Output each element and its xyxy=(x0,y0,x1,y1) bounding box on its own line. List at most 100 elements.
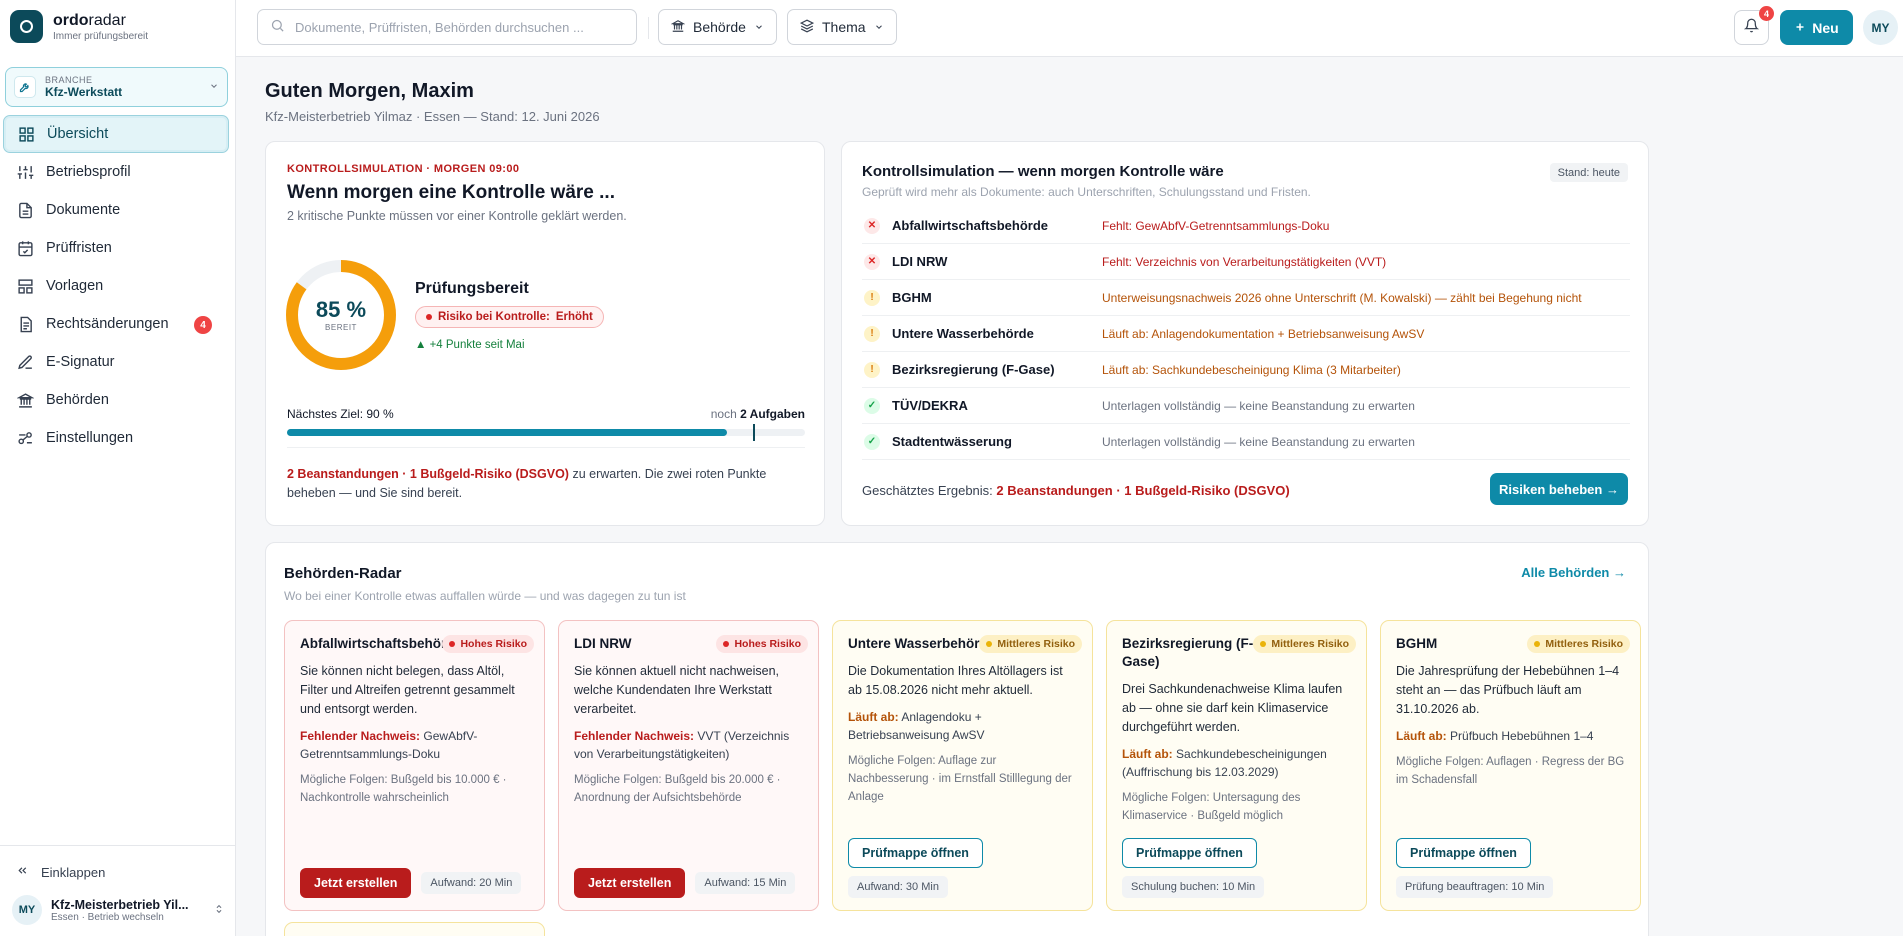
divider xyxy=(287,447,805,448)
notification-count: 4 xyxy=(1759,6,1774,21)
open-folder-button[interactable]: Prüfmappe öffnen xyxy=(1396,838,1531,868)
nav-item-e-signatur[interactable]: E-Signatur xyxy=(3,343,229,381)
status-icon: ! xyxy=(864,325,880,342)
simulation-row[interactable]: ✕ LDI NRW Fehlt: Verzeichnis von Verarbeit… xyxy=(862,244,1630,280)
simulation-row[interactable]: ✕ Abfallwirtschaftsbehörde Fehlt: GewAbfV-… xyxy=(862,208,1630,244)
risk-dot-icon xyxy=(1534,641,1541,647)
authority-name: Abfallwirtschaftsbehörde xyxy=(892,218,1049,233)
nav-item-betriebsprofil[interactable]: Betriebsprofil xyxy=(3,153,229,191)
simulation-row[interactable]: ! BGHM Unterweisungsnachweis 2026 ohne Unt… xyxy=(862,280,1630,316)
authority-name: Bezirksregierung (F-Gase) xyxy=(892,362,1055,377)
create-now-button[interactable]: Jetzt erstellen xyxy=(574,868,686,898)
radar-authority-name: Bezirksregierung (F-Gase) xyxy=(1122,636,1254,669)
chevron-down-icon xyxy=(209,81,219,94)
nav-item-einstellungen[interactable]: Einstellungen xyxy=(3,419,229,457)
risk-dot-icon xyxy=(449,641,456,647)
main-nav: Übersicht Betriebsprofil Dokumente Prüff… xyxy=(3,115,229,457)
effort-badge: Aufwand: 30 Min xyxy=(848,876,948,898)
status-icon: ! xyxy=(864,361,880,378)
effort-badge: Aufwand: 20 Min xyxy=(421,872,522,894)
radar-missing: Fehlender Nachweis: GewAbfV-Getrenntsamm… xyxy=(300,729,478,761)
simulation-row[interactable]: ✓ TÜV/DEKRA Unterlagen vollständig — keine… xyxy=(862,388,1630,424)
simulation-row[interactable]: ✓ Stadtentwässerung Unterlagen vollständig… xyxy=(862,424,1630,460)
create-now-button[interactable]: Jetzt erstellen xyxy=(300,868,412,898)
logo[interactable]: ordoradar Immer prüfungsbereit xyxy=(10,10,148,43)
nav-item-prueffristen[interactable]: Prüffristen xyxy=(3,229,229,267)
risk-level-badge: Mittleres Risiko xyxy=(979,635,1082,653)
search-input[interactable]: Dokumente, Prüffristen, Behörden durchsu… xyxy=(257,9,637,45)
all-authorities-link[interactable]: Alle Behörden → xyxy=(1521,565,1626,580)
nav-item-vorlagen[interactable]: Vorlagen xyxy=(3,267,229,305)
stand-badge: Stand: heute xyxy=(1549,163,1628,182)
authority-name: BGHM xyxy=(892,290,932,305)
radar-card: Bezirksregierung (F-Gase) Mittleres Risik… xyxy=(1106,620,1367,911)
radar-title: Behörden-Radar xyxy=(284,565,402,582)
readiness-footer: 2 Beanstandungen · 1 Bußgeld-Risiko (DSG… xyxy=(287,467,767,500)
app-root: ordoradar Immer prüfungsbereit BRANCHE K… xyxy=(0,0,1903,936)
collapse-button[interactable]: Einklappen xyxy=(0,857,236,887)
status-icon: ✓ xyxy=(864,433,880,450)
radar-missing: Läuft ab: Anlagendoku + Betriebsanweisun… xyxy=(848,710,985,742)
authority-name: LDI NRW xyxy=(892,254,948,269)
card-actions: Prüfmappe öffnen Schulung buchen: 10 Min xyxy=(1122,838,1265,898)
page-subtitle: Kfz-Meisterbetrieb Yilmaz · Essen — Stan… xyxy=(265,109,600,124)
app-tagline: Immer prüfungsbereit xyxy=(53,30,149,42)
building-icon xyxy=(17,392,34,409)
app-name: ordoradar xyxy=(53,11,126,29)
authority-filter[interactable]: Behörde xyxy=(658,9,777,45)
simulation-row[interactable]: ! Bezirksregierung (F-Gase) Läuft ab: Sach… xyxy=(862,352,1630,388)
nav-item-dokumente[interactable]: Dokumente xyxy=(3,191,229,229)
branch-label: BRANCHE xyxy=(45,75,93,85)
readiness-score: 85 % xyxy=(315,297,367,322)
open-folder-button[interactable]: Prüfmappe öffnen xyxy=(848,838,983,868)
fix-risks-button[interactable]: Risiken beheben → xyxy=(1490,473,1628,505)
user-avatar[interactable]: MY xyxy=(1863,10,1898,45)
pen-icon xyxy=(17,354,34,371)
nav-item-behoerden[interactable]: Behörden xyxy=(3,381,229,419)
finding-text: Fehlt: Verzeichnis von Verarbeitungstäti… xyxy=(1102,254,1387,269)
finding-text: Fehlt: GewAbfV-Getrenntsammlungs-Doku xyxy=(1102,218,1330,233)
branch-selector[interactable]: BRANCHE Kfz-Werkstatt xyxy=(5,67,228,107)
nav-item-uebersicht[interactable]: Übersicht xyxy=(3,115,229,153)
building-icon xyxy=(670,19,686,36)
new-button-label: Neu xyxy=(1812,19,1839,36)
radar-authority-name: LDI NRW xyxy=(574,636,632,651)
layout-icon xyxy=(17,278,34,295)
nav-label: Übersicht xyxy=(47,126,109,142)
radar-missing: Fehlender Nachweis: VVT (Verzeichnis von… xyxy=(574,729,790,761)
radar-description: Die Jahresprüfung der Hebebühnen 1–4 ste… xyxy=(1396,664,1620,716)
nav-label: Einstellungen xyxy=(46,430,134,446)
risk-level-badge: Hohes Risiko xyxy=(442,635,534,653)
risk-level-badge: Hohes Risiko xyxy=(716,635,808,653)
trend-text: ▲ +4 Punkte seit Mai xyxy=(415,339,525,351)
simulation-row[interactable]: ! Untere Wasserbehörde Läuft ab: Anlagendo… xyxy=(862,316,1630,352)
settings-icon xyxy=(17,430,34,447)
estimated-result: Geschätztes Ergebnis: 2 Beanstandungen ·… xyxy=(862,483,1290,498)
nav-item-rechtsaenderungen[interactable]: Rechtsänderungen 4 xyxy=(3,305,229,343)
radar-description: Drei Sachkundenachweise Klima laufen ab … xyxy=(1122,682,1343,734)
authority-name: TÜV/DEKRA xyxy=(892,398,968,413)
effort-badge: Prüfung beauftragen: 10 Min xyxy=(1396,876,1554,898)
open-folder-button[interactable]: Prüfmappe öffnen xyxy=(1122,838,1257,868)
goal-label: Nächstes Ziel: 90 % xyxy=(287,407,394,421)
simulation-title: Kontrollsimulation — wenn morgen Kontrol… xyxy=(862,163,1224,180)
radar-card-peek xyxy=(284,922,545,936)
new-button[interactable]: Neu xyxy=(1780,10,1853,45)
account-name: Kfz-Meisterbetrieb Yil... xyxy=(51,897,189,912)
radar-consequences: Mögliche Folgen: Bußgeld bis 20.000 € · … xyxy=(574,774,781,804)
radar-card: LDI NRW Hohes Risiko Sie können aktuell ni… xyxy=(558,620,819,911)
grid-icon xyxy=(18,126,35,143)
sidebar-footer: Einklappen MY Kfz-Meisterbetrieb Yil... … xyxy=(0,845,236,925)
risk-label: Risiko bei Kontrolle: xyxy=(438,311,550,323)
radar-description: Sie können nicht belegen, dass Altöl, Fi… xyxy=(300,664,515,716)
topic-filter[interactable]: Thema xyxy=(787,9,897,45)
status-icon: ! xyxy=(864,289,880,306)
sidebar: ordoradar Immer prüfungsbereit BRANCHE K… xyxy=(0,0,236,936)
risk-dot-icon xyxy=(986,641,993,647)
simulation-card: Kontrollsimulation — wenn morgen Kontrol… xyxy=(841,141,1649,526)
account-switcher[interactable]: MY Kfz-Meisterbetrieb Yil... Essen · Bet… xyxy=(0,895,236,925)
search-icon xyxy=(270,18,285,36)
simulation-list: ✕ Abfallwirtschaftsbehörde Fehlt: GewAbfV-… xyxy=(862,208,1630,460)
nav-label: Betriebsprofil xyxy=(46,164,131,180)
notifications-button[interactable]: 4 xyxy=(1734,6,1774,45)
